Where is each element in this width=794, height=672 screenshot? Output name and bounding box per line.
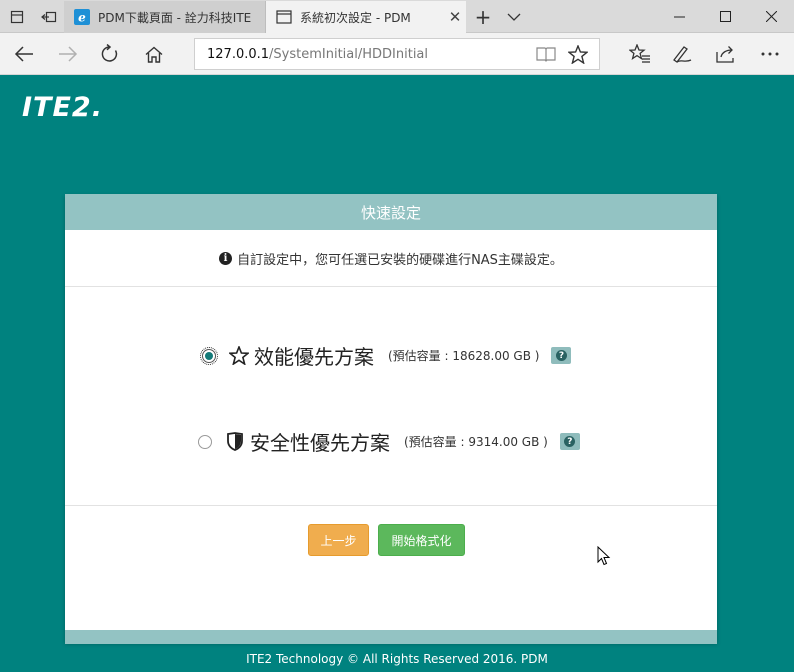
question-icon: ? bbox=[564, 436, 576, 447]
svg-text:e: e bbox=[78, 11, 86, 25]
tab-system-initial[interactable]: 系統初次設定 - PDM ✕ bbox=[266, 1, 466, 33]
mouse-cursor-icon bbox=[597, 545, 611, 570]
forward-arrow-icon[interactable] bbox=[46, 33, 90, 75]
security-label: 安全性優先方案 bbox=[250, 431, 390, 455]
security-radio[interactable] bbox=[198, 434, 212, 449]
address-input[interactable]: 127.0.0.1/SystemInitial/HDDInitial bbox=[194, 38, 600, 70]
browser-address-bar: 127.0.0.1/SystemInitial/HDDInitial bbox=[0, 33, 794, 75]
home-icon[interactable] bbox=[132, 33, 176, 75]
new-tab-icon[interactable]: + bbox=[468, 0, 498, 33]
star-outline-icon bbox=[228, 345, 250, 367]
security-help-button[interactable]: ? bbox=[559, 433, 580, 450]
minimize-icon[interactable] bbox=[656, 0, 702, 33]
ite2-logo: ITE2. bbox=[22, 92, 103, 123]
quick-setup-card: 快速設定 i 自訂設定中，您可任選已安裝的硬碟進行NAS主碟設定。 效能優先方案… bbox=[65, 194, 717, 642]
tab-title: PDM下載頁面 - 詮力科技ITE bbox=[98, 10, 252, 25]
performance-label: 效能優先方案 bbox=[254, 345, 374, 369]
shield-icon bbox=[224, 431, 246, 453]
card-footer-bar bbox=[65, 630, 717, 644]
question-icon: ? bbox=[555, 350, 567, 361]
plan-options: 效能優先方案 (預估容量 : 18628.00 GB ) ? 安全性優先方案 (… bbox=[65, 287, 717, 506]
custom-setup-notice: i 自訂設定中，您可任選已安裝的硬碟進行NAS主碟設定。 bbox=[65, 230, 717, 287]
chevron-down-icon[interactable] bbox=[500, 0, 528, 33]
copyright-footer: ITE2 Technology © All Rights Reserved 20… bbox=[246, 652, 548, 666]
notice-text: 自訂設定中，您可任選已安裝的硬碟進行NAS主碟設定。 bbox=[237, 252, 563, 268]
tab-pdm-download[interactable]: e PDM下載頁面 - 詮力科技ITE bbox=[64, 1, 266, 33]
share-icon[interactable] bbox=[704, 33, 748, 75]
window-close-icon[interactable] bbox=[748, 0, 794, 33]
tab-title: 系統初次設定 - PDM bbox=[300, 10, 411, 25]
option-security[interactable]: 安全性優先方案 (預估容量 : 9314.00 GB ) ? bbox=[198, 427, 580, 456]
tab-preview-icon[interactable] bbox=[0, 0, 33, 33]
url-host: 127.0.0.1 bbox=[207, 46, 270, 62]
web-note-pen-icon[interactable] bbox=[660, 33, 704, 75]
info-icon: i bbox=[219, 251, 233, 265]
card-title: 快速設定 bbox=[65, 194, 717, 230]
performance-estimate: (預估容量 : 18628.00 GB ) bbox=[388, 349, 540, 363]
tab-close-icon[interactable]: ✕ bbox=[444, 8, 466, 26]
favorite-star-icon[interactable] bbox=[563, 39, 593, 69]
page-favicon-icon bbox=[276, 9, 292, 25]
back-arrow-icon[interactable] bbox=[2, 33, 46, 75]
start-format-button[interactable]: 開始格式化 bbox=[378, 524, 465, 556]
refresh-icon[interactable] bbox=[88, 33, 132, 75]
option-performance[interactable]: 效能優先方案 (預估容量 : 18628.00 GB ) ? bbox=[200, 341, 572, 370]
set-aside-tabs-icon[interactable] bbox=[32, 0, 65, 33]
url-path: /SystemInitial/HDDInitial bbox=[269, 46, 429, 62]
maximize-icon[interactable] bbox=[702, 0, 748, 33]
performance-radio[interactable] bbox=[200, 346, 218, 365]
browser-tab-bar: e PDM下載頁面 - 詮力科技ITE 系統初次設定 - PDM ✕ + bbox=[0, 0, 794, 33]
page-body: ITE2. 快速設定 i 自訂設定中，您可任選已安裝的硬碟進行NAS主碟設定。 … bbox=[0, 76, 794, 672]
previous-step-button[interactable]: 上一步 bbox=[308, 524, 369, 556]
performance-help-button[interactable]: ? bbox=[551, 347, 572, 364]
security-estimate: (預估容量 : 9314.00 GB ) bbox=[404, 435, 548, 449]
card-actions: 上一步 開始格式化 bbox=[65, 506, 717, 576]
more-menu-icon[interactable] bbox=[748, 33, 792, 75]
ie-favicon-icon: e bbox=[74, 9, 90, 25]
favorites-hub-icon[interactable] bbox=[618, 33, 662, 75]
reading-view-icon[interactable] bbox=[531, 39, 561, 69]
